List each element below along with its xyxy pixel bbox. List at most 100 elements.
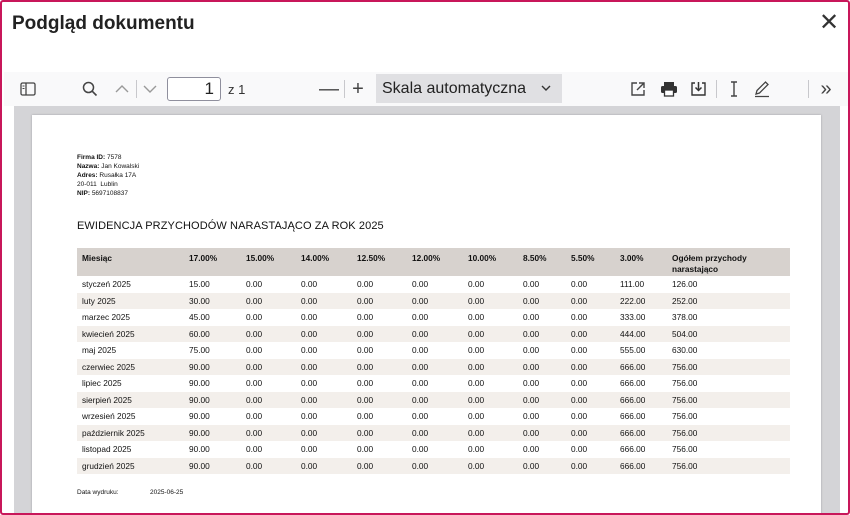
print-date: 2025-06-25 [150,489,184,496]
value-cell: 0.00 [463,292,518,309]
column-header: 3.00% [615,248,667,276]
previous-page-icon[interactable] [110,76,134,102]
value-cell: 0.00 [571,378,588,388]
chevron-down-icon [540,81,552,100]
draw-pen-icon[interactable] [750,76,774,102]
value-cell: 0.00 [241,457,296,474]
value-cell: 0.00 [463,457,518,474]
column-header: 12.00% [407,248,463,276]
month-cell: luty 2025 [77,292,184,309]
value-cell: 666.00 [615,424,667,441]
document-viewer[interactable]: Firma ID: 7578 Nazwa: Jan Kowalski Adres… [14,106,840,513]
month-cell: maj 2025 [82,345,117,355]
value-cell: 0.00 [523,279,540,289]
column-header: 5.50% [566,248,615,276]
value-cell: 555.00 [620,345,646,355]
value-cell: 0.00 [566,391,615,408]
value-cell: 90.00 [184,457,241,474]
print-footer: Data wydruku: 2025-06-25 [77,489,183,496]
scale-select-value: Skala automatyczna [382,79,527,97]
value-cell: 0.00 [566,358,615,375]
value-cell: 756.00 [667,391,790,408]
month-cell: marzec 2025 [82,312,130,322]
value-cell: 0.00 [246,444,263,454]
value-cell: 0.00 [246,345,263,355]
value-cell: 0.00 [566,325,615,342]
value-cell: 30.00 [184,292,241,309]
value-cell: 0.00 [412,345,429,355]
zoom-out-button[interactable]: — [318,76,340,102]
table-row: luty 2025 30.00 0.00 0.00 0.00 0.00 0.00 0.00 0.… [77,292,790,309]
save-icon[interactable] [686,76,710,102]
value-cell: 0.00 [357,279,374,289]
value-cell: 0.00 [571,444,588,454]
value-cell: 90.00 [184,358,241,375]
value-cell: 0.00 [407,424,463,441]
value-cell: 0.00 [463,424,518,441]
more-tools-button[interactable]: » [814,76,838,102]
close-icon[interactable]: ✕ [818,11,840,35]
toolbar-separator [808,80,809,98]
value-cell: 0.00 [468,411,485,421]
table-header-row: Miesiąc 17.00% 15.00% 14.00% 12.50% 12.00% 10.… [77,248,790,276]
table-row: listopad 2025 90.00 0.00 0.00 0.00 0.00 0.00 0.… [77,441,790,458]
value-cell: 15.00 [189,279,210,289]
value-cell: 0.00 [463,325,518,342]
column-header: Miesiąc [77,248,184,276]
value-cell: 0.00 [468,279,485,289]
value-cell: 630.00 [672,345,698,355]
month-cell: listopad 2025 [82,444,132,454]
value-cell: 0.00 [357,378,374,388]
company-nip-label: NIP: [77,190,90,197]
value-cell: 0.00 [468,345,485,355]
table-row: październik 2025 90.00 0.00 0.00 0.00 0.00 0.0… [77,424,790,441]
open-external-icon[interactable] [626,76,650,102]
next-page-icon[interactable] [138,76,162,102]
value-cell: 126.00 [672,279,698,289]
value-cell: 0.00 [468,444,485,454]
value-cell: 378.00 [672,312,698,322]
company-info: Firma ID: 7578 Nazwa: Jan Kowalski Adres… [77,153,139,198]
scale-select[interactable]: Skala automatyczna [376,74,562,103]
search-icon[interactable] [78,76,102,102]
value-cell: 90.00 [189,444,210,454]
company-name: Jan Kowalski [101,163,140,170]
table-row: lipiec 2025 90.00 0.00 0.00 0.00 0.00 0.00 0.00… [77,375,790,392]
value-cell: 90.00 [189,378,210,388]
page-number-input[interactable] [167,77,221,101]
document-preview-dialog: Podgląd dokumentu ✕ z 1 — + Skala automa… [0,0,850,515]
dialog-title: Podgląd dokumentu [12,13,195,34]
value-cell: 756.00 [672,411,698,421]
table-row: grudzień 2025 90.00 0.00 0.00 0.00 0.00 0.00 0.… [77,457,790,474]
value-cell: 0.00 [566,457,615,474]
print-icon[interactable] [657,76,681,102]
value-cell: 0.00 [296,358,352,375]
value-cell: 0.00 [357,411,374,421]
value-cell: 0.00 [301,411,318,421]
value-cell: 0.00 [523,378,540,388]
value-cell: 222.00 [615,292,667,309]
value-cell: 0.00 [518,292,566,309]
month-cell: sierpień 2025 [77,391,184,408]
value-cell: 90.00 [184,424,241,441]
value-cell: 0.00 [571,345,588,355]
value-cell: 756.00 [667,457,790,474]
value-cell: 0.00 [407,391,463,408]
zoom-in-button[interactable]: + [347,76,369,102]
sidebar-toggle-icon[interactable] [16,76,40,102]
page-count: z 1 [228,82,246,97]
value-cell: 0.00 [412,312,429,322]
value-cell: 0.00 [518,325,566,342]
column-header: 12.50% [352,248,407,276]
report-title: EWIDENCJA PRZYCHODÓW NARASTAJĄCO ZA ROK … [77,220,384,232]
value-cell: 0.00 [407,457,463,474]
value-cell: 0.00 [518,358,566,375]
table-row: czerwiec 2025 90.00 0.00 0.00 0.00 0.00 0.00 0.… [77,358,790,375]
value-cell: 0.00 [246,411,263,421]
value-cell: 0.00 [241,325,296,342]
table-row: styczeń 2025 15.00 0.00 0.00 0.00 0.00 0.00 0.0… [77,276,790,293]
table-row: wrzesień 2025 90.00 0.00 0.00 0.00 0.00 0.00 0.… [77,408,790,425]
table-row: kwiecień 2025 60.00 0.00 0.00 0.00 0.00 0.00 0.… [77,325,790,342]
text-cursor-icon[interactable] [722,76,746,102]
column-header: 14.00% [296,248,352,276]
